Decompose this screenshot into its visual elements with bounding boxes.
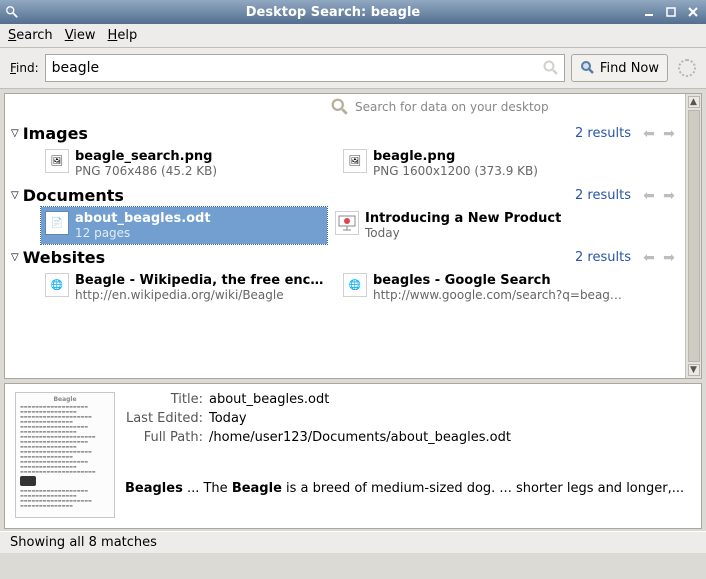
details-pane: Beagle ▬▬▬▬▬▬▬▬▬▬▬▬▬▬▬▬▬▬ ▬▬▬▬▬▬▬▬▬▬▬▬▬▬… [4, 383, 702, 529]
app-search-icon [4, 4, 20, 20]
next-page-button[interactable]: ➡ [659, 188, 679, 204]
menu-view[interactable]: View [65, 28, 96, 43]
result-item-selected[interactable]: 📄 about_beagles.odt 12 pages [41, 207, 327, 244]
find-label: Find: [10, 61, 39, 75]
result-count: 2 results [575, 126, 631, 141]
minimize-button[interactable] [640, 4, 658, 20]
search-input[interactable] [45, 54, 565, 82]
search-icon [331, 98, 349, 116]
scroll-thumb[interactable] [688, 110, 700, 362]
result-count: 2 results [575, 188, 631, 203]
image-thumb-icon: 🖼 [343, 149, 367, 173]
webpage-thumb-icon: 🌐 [45, 273, 69, 297]
detail-title-value: about_beagles.odt [209, 392, 329, 407]
detail-path-value: /home/user123/Documents/about_beagles.od… [209, 430, 511, 445]
section-header-images[interactable]: ▽ Images 2 results ⬅ ➡ [11, 122, 679, 145]
find-now-button[interactable]: Find Now [571, 54, 668, 82]
section-header-documents[interactable]: ▽ Documents 2 results ⬅ ➡ [11, 184, 679, 207]
detail-excerpt: Beagles ... The Beagle is a breed of med… [125, 481, 691, 496]
document-preview: Beagle ▬▬▬▬▬▬▬▬▬▬▬▬▬▬▬▬▬▬ ▬▬▬▬▬▬▬▬▬▬▬▬▬▬… [15, 392, 115, 518]
detail-title-label: Title: [125, 392, 203, 407]
menubar: Search View Help [0, 24, 706, 48]
presentation-thumb-icon [335, 211, 359, 235]
status-bar: Showing all 8 matches [0, 531, 706, 553]
result-item[interactable]: 🌐 Beagle - Wikipedia, the free enc... ht… [45, 273, 331, 302]
collapse-icon: ▽ [11, 252, 19, 263]
close-button[interactable] [684, 4, 702, 20]
prev-page-button[interactable]: ⬅ [639, 188, 659, 204]
collapse-icon: ▽ [11, 190, 19, 201]
result-item[interactable]: 🖼 beagle.png PNG 1600x1200 (373.9 KB) [343, 149, 629, 178]
result-count: 2 results [575, 250, 631, 265]
result-item[interactable]: Introducing a New Product Today [335, 211, 621, 240]
search-icon [543, 60, 559, 76]
prev-page-button[interactable]: ⬅ [639, 250, 659, 266]
detail-edited-label: Last Edited: [125, 411, 203, 426]
searchbar: Find: Find Now [0, 48, 706, 89]
section-header-websites[interactable]: ▽ Websites 2 results ⬅ ➡ [11, 246, 679, 269]
titlebar: Desktop Search: beagle [0, 0, 706, 24]
detail-path-label: Full Path: [125, 430, 203, 445]
spinner-icon [678, 59, 696, 77]
maximize-button[interactable] [662, 4, 680, 20]
result-item[interactable]: 🌐 beagles - Google Search http://www.goo… [343, 273, 629, 302]
document-thumb-icon: 📄 [45, 211, 69, 235]
status-text: Showing all 8 matches [10, 535, 157, 550]
next-page-button[interactable]: ➡ [659, 250, 679, 266]
webpage-thumb-icon: 🌐 [343, 273, 367, 297]
menu-help[interactable]: Help [108, 28, 138, 43]
image-thumb-icon: 🖼 [45, 149, 69, 173]
top-description: Search for data on your desktop [355, 100, 549, 114]
scroll-down-icon[interactable]: ▼ [688, 364, 700, 376]
detail-edited-value: Today [209, 411, 247, 426]
menu-search[interactable]: Search [8, 28, 53, 43]
prev-page-button[interactable]: ⬅ [639, 126, 659, 142]
results-pane: Search for data on your desktop ▽ Images… [4, 93, 702, 379]
result-item[interactable]: 🖼 beagle_search.png PNG 706x486 (45.2 KB… [45, 149, 331, 178]
next-page-button[interactable]: ➡ [659, 126, 679, 142]
collapse-icon: ▽ [11, 128, 19, 139]
vertical-scrollbar[interactable]: ▲ ▼ [685, 94, 701, 378]
scroll-up-icon[interactable]: ▲ [688, 96, 700, 108]
window-title: Desktop Search: beagle [26, 5, 640, 20]
